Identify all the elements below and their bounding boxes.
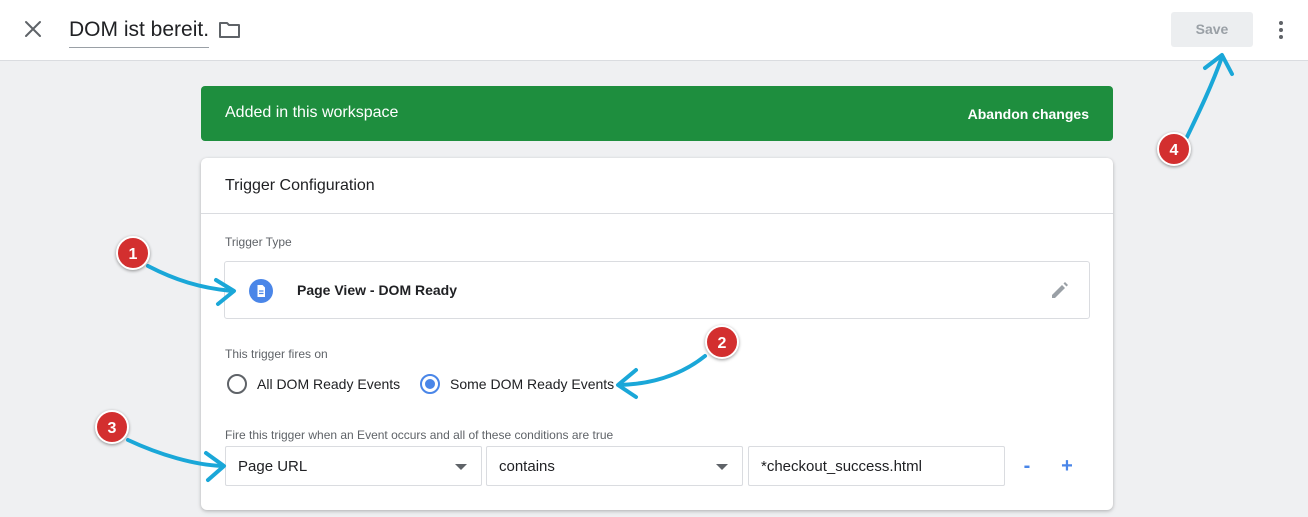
operator-select[interactable]: contains [486,446,743,486]
pencil-icon[interactable] [1049,279,1071,301]
radio-all-dom-ready[interactable]: All DOM Ready Events [227,372,401,396]
variable-select[interactable]: Page URL [225,446,482,486]
radio-label: All DOM Ready Events [257,376,401,392]
annotation-badge-2: 2 [705,325,739,359]
radio-button-selected[interactable] [420,374,440,394]
card-title: Trigger Configuration [225,177,375,194]
add-condition-button[interactable]: + [1055,454,1079,478]
remove-condition-button[interactable]: - [1015,454,1039,478]
condition-label: Fire this trigger when an Event occurs a… [225,428,614,442]
arrow-4 [1185,55,1224,139]
chevron-down-icon [716,464,728,470]
annotation-badge-4: 4 [1157,132,1191,166]
folder-icon[interactable] [218,19,242,41]
trigger-configuration-card: Trigger Configuration Trigger Type Page … [201,158,1113,510]
fires-on-label: This trigger fires on [225,347,328,361]
annotation-badge-1: 1 [116,236,150,270]
abandon-changes-button[interactable]: Abandon changes [968,106,1089,122]
variable-value: Page URL [238,458,308,475]
close-icon[interactable] [20,16,46,42]
condition-value-input[interactable] [748,446,1005,486]
document-icon [249,279,273,303]
radio-label: Some DOM Ready Events [450,376,615,392]
trigger-type-label: Trigger Type [225,235,292,249]
card-header: Trigger Configuration [201,158,1113,214]
annotation-badge-3: 3 [95,410,129,444]
save-button[interactable]: Save [1171,12,1253,47]
radio-button[interactable] [227,374,247,394]
top-bar: DOM ist bereit. Save [0,0,1308,61]
trigger-name-input[interactable]: DOM ist bereit. [69,18,210,48]
chevron-down-icon [455,464,467,470]
banner-text: Added in this workspace [225,104,399,121]
radio-some-dom-ready[interactable]: Some DOM Ready Events [420,372,614,396]
trigger-type-selector[interactable]: Page View - DOM Ready [224,261,1090,319]
more-vert-icon[interactable] [1271,18,1291,42]
workspace-banner: Added in this workspace Abandon changes [201,86,1113,141]
trigger-type-name: Page View - DOM Ready [297,282,458,298]
operator-value: contains [499,458,555,475]
